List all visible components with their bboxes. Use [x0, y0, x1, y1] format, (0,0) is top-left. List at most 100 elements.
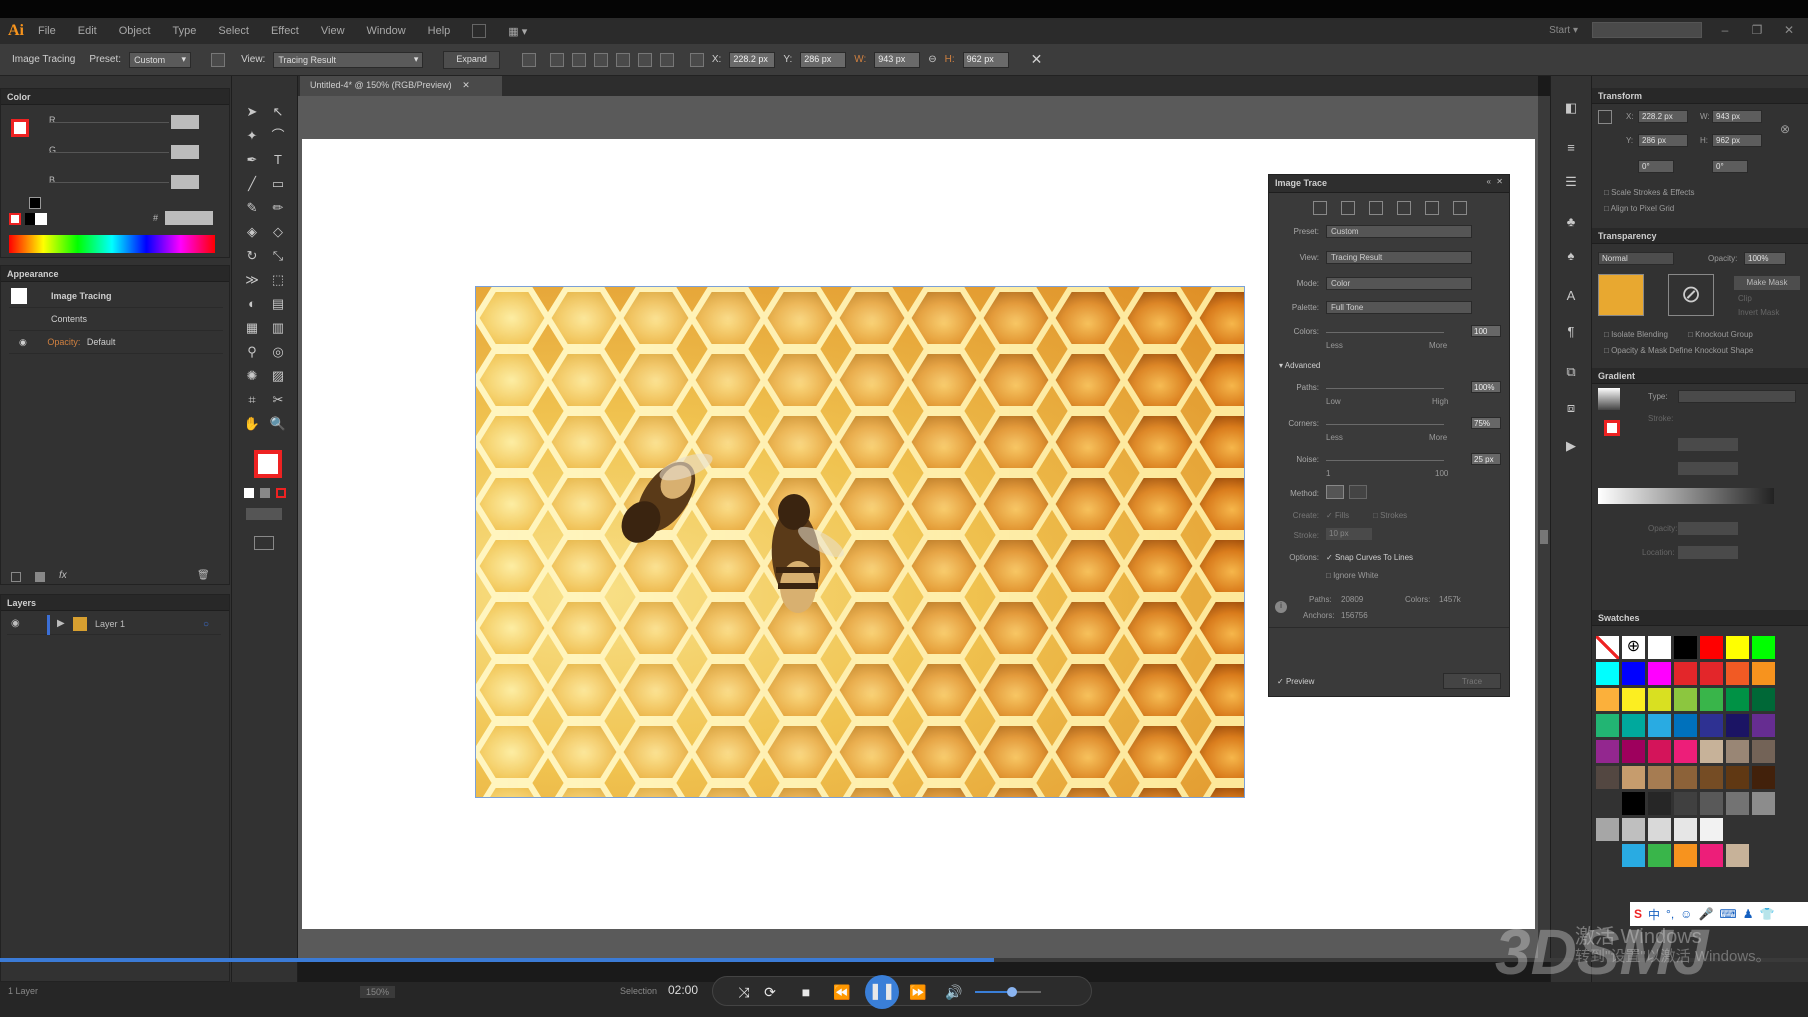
gradient-slider[interactable]	[1598, 488, 1774, 504]
traced-honeycomb-image[interactable]	[475, 286, 1245, 798]
registration-swatch[interactable]: ⊕	[1622, 636, 1645, 659]
opacity-link[interactable]: Opacity:	[47, 337, 80, 347]
align-top-icon[interactable]	[615, 52, 630, 67]
appearance-opacity-row[interactable]: ◉ Opacity: Default	[9, 332, 223, 354]
high-color-preset-icon[interactable]	[1341, 201, 1355, 215]
graphic-styles-icon[interactable]: ♠	[1561, 246, 1581, 266]
constrain-link-icon[interactable]: ⊗	[1780, 122, 1790, 136]
menu-type[interactable]: Type	[173, 25, 197, 37]
light-gray-swatch[interactable]	[1648, 818, 1671, 841]
stop-icon[interactable]: ■	[795, 981, 817, 1003]
gradient-location-field[interactable]	[1678, 546, 1738, 559]
stroke-color-icon[interactable]	[254, 450, 282, 478]
color-swatch[interactable]	[1674, 662, 1697, 685]
gray-swatch[interactable]	[1700, 792, 1723, 815]
align-left-icon[interactable]	[549, 52, 564, 67]
color-swatch[interactable]	[1622, 662, 1645, 685]
image-trace-title[interactable]: Image Trace	[1269, 175, 1509, 193]
light-gray-swatch[interactable]	[1674, 818, 1697, 841]
color-swatch[interactable]	[1700, 636, 1723, 659]
color-swatch[interactable]	[1726, 662, 1749, 685]
x-field[interactable]: 228.2 px	[729, 51, 776, 68]
rectangle-tool-icon[interactable]: ▭	[268, 174, 288, 194]
selection-tool-icon[interactable]: ➤	[242, 102, 262, 122]
it-ignore-white-checkbox[interactable]: □ Ignore White	[1326, 571, 1378, 580]
color-swatch[interactable]	[1752, 714, 1775, 737]
artboards-icon[interactable]: ⧈	[1561, 398, 1581, 418]
close-icon[interactable]: ✕	[1780, 23, 1798, 37]
color-swatch[interactable]	[1726, 766, 1749, 789]
color-swatch[interactable]	[1648, 766, 1671, 789]
transform-y-field[interactable]: 286 px	[1638, 134, 1688, 147]
abutting-method-icon[interactable]	[1326, 485, 1344, 499]
it-corners-field[interactable]: 75%	[1471, 417, 1501, 429]
transparency-panel-title[interactable]: Transparency	[1592, 228, 1808, 244]
pattern-swatch[interactable]	[1726, 844, 1749, 867]
it-colors-field[interactable]: 100	[1471, 325, 1501, 337]
appearance-contents[interactable]: Contents	[9, 309, 223, 331]
color-spectrum[interactable]	[9, 235, 215, 253]
color-swatch[interactable]	[1674, 636, 1697, 659]
make-mask-button[interactable]: Make Mask	[1734, 276, 1800, 290]
appearance-panel-title[interactable]: Appearance	[1, 266, 229, 282]
close-tab-icon[interactable]: ✕	[462, 80, 470, 90]
stroke-swatch[interactable]	[11, 119, 29, 137]
b-slider[interactable]	[49, 182, 169, 183]
color-swatch[interactable]	[1674, 740, 1697, 763]
pause-icon[interactable]: ❚❚	[865, 975, 899, 1009]
menu-edit[interactable]: Edit	[78, 25, 97, 37]
volume-icon[interactable]: 🔊	[943, 981, 965, 1003]
grayscale-preset-icon[interactable]	[1397, 201, 1411, 215]
white-swatch[interactable]	[35, 213, 47, 225]
pencil-tool-icon[interactable]: ✏	[268, 198, 288, 218]
scale-tool-icon[interactable]: ⤡	[268, 246, 288, 266]
gradient-aspect-field[interactable]	[1678, 462, 1738, 475]
color-swatch[interactable]	[1648, 662, 1671, 685]
draw-mode-icon[interactable]	[246, 508, 282, 520]
link-icon[interactable]: ⊖	[928, 54, 936, 65]
menu-select[interactable]: Select	[218, 25, 249, 37]
gray-swatch[interactable]	[1622, 792, 1645, 815]
restore-icon[interactable]: ❐	[1748, 23, 1766, 37]
rewind-icon[interactable]: ⏪	[831, 981, 853, 1003]
it-stroke-field[interactable]: 10 px	[1326, 528, 1372, 540]
menu-help[interactable]: Help	[428, 25, 451, 37]
it-strokes-checkbox[interactable]: □ Strokes	[1373, 511, 1407, 520]
menu-view[interactable]: View	[321, 25, 345, 37]
shuffle-icon[interactable]: ⤨	[733, 981, 755, 1003]
color-swatch[interactable]	[1700, 766, 1723, 789]
gradient-type-dropdown[interactable]	[1678, 390, 1796, 403]
gradient-panel-title[interactable]: Gradient	[1592, 368, 1808, 384]
vertical-scrollbar[interactable]	[1538, 96, 1550, 960]
gradient-angle-field[interactable]	[1678, 438, 1738, 451]
opacity-field[interactable]: 100%	[1744, 252, 1786, 265]
blob-brush-tool-icon[interactable]: ◈	[242, 222, 262, 242]
screen-mode-icon[interactable]	[254, 536, 274, 550]
g-slider[interactable]	[49, 152, 169, 153]
symbols-icon[interactable]: ♣	[1561, 212, 1581, 232]
color-mode-icon[interactable]	[244, 488, 254, 498]
auto-color-preset-icon[interactable]	[1313, 201, 1327, 215]
zoom-level[interactable]: 150%	[360, 986, 396, 998]
target-icon[interactable]: ○	[203, 619, 209, 630]
links-icon[interactable]: ⧉	[1561, 362, 1581, 382]
it-fills-checkbox[interactable]: ✓ Fills	[1326, 511, 1349, 520]
ime-user-icon[interactable]: ♟	[1743, 907, 1754, 921]
menu-effect[interactable]: Effect	[271, 25, 299, 37]
light-gray-swatch[interactable]	[1700, 818, 1723, 841]
menu-object[interactable]: Object	[119, 25, 151, 37]
rotate-tool-icon[interactable]: ↻	[242, 246, 262, 266]
g-value-field[interactable]	[171, 145, 199, 159]
align-middle-icon[interactable]	[637, 52, 652, 67]
scale-strokes-checkbox[interactable]: □ Scale Strokes & Effects	[1604, 188, 1695, 197]
color-swatch[interactable]	[1596, 688, 1619, 711]
none-swatch[interactable]	[9, 213, 21, 225]
color-swatch[interactable]	[1596, 740, 1619, 763]
stroke-icon[interactable]: ☰	[1561, 172, 1581, 192]
gradient-stroke-swatch[interactable]	[1604, 420, 1620, 436]
color-panel-title[interactable]: Color	[1, 89, 229, 105]
hex-field[interactable]	[165, 211, 213, 225]
view-dropdown[interactable]: Tracing Result ▾	[273, 51, 424, 68]
knockout-group-checkbox[interactable]: □ Knockout Group	[1688, 330, 1753, 339]
shear-field[interactable]: 0°	[1712, 160, 1748, 173]
